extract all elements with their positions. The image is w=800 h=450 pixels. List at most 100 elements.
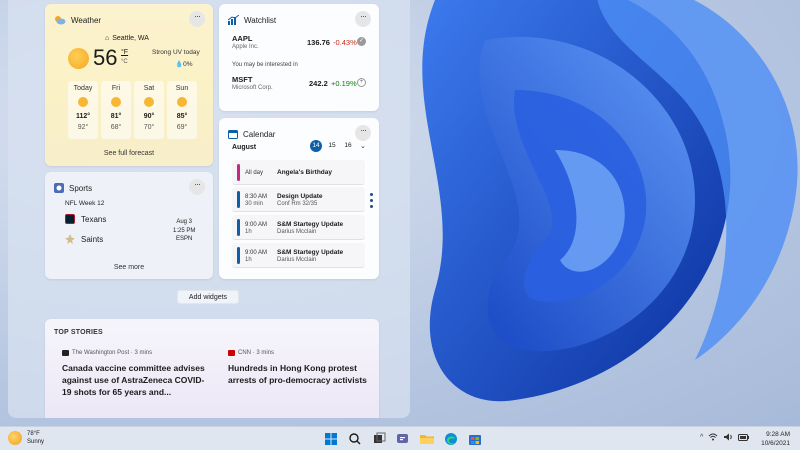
watchlist-added-icon[interactable]: ✓ xyxy=(357,37,366,46)
file-explorer-icon[interactable] xyxy=(418,431,436,447)
game-time: 1:25 PM xyxy=(173,227,196,234)
widgets-panel: Weather ··· ⌂ Seattle, WA 56 °F °C Stron… xyxy=(8,0,410,418)
saints-logo-icon xyxy=(65,234,75,244)
sports-more-button[interactable]: ··· xyxy=(189,179,205,195)
event-color-bar xyxy=(237,191,240,208)
event-time: All day xyxy=(245,170,264,176)
weather-location[interactable]: ⌂ Seattle, WA xyxy=(105,35,149,42)
forecast-day[interactable]: Sun 85° 69° xyxy=(167,81,197,139)
story-headline: Canada vaccine committee advises against… xyxy=(62,363,205,397)
watchlist-more-button[interactable]: ··· xyxy=(355,11,371,27)
see-more-link[interactable]: See more xyxy=(45,264,213,271)
taskbar-condition: Sunny xyxy=(27,439,45,445)
stock-company: Apple Inc. xyxy=(232,44,259,50)
event-duration: 1h xyxy=(245,229,252,235)
weather-title: Weather xyxy=(71,15,102,25)
watchlist-widget[interactable]: Watchlist ··· AAPL Apple Inc. 136.76 -0.… xyxy=(219,4,379,111)
calendar-day-picker: 14 15 16 ⌄ xyxy=(310,140,366,152)
taskbar-apps xyxy=(322,431,484,447)
sports-icon xyxy=(54,183,64,193)
texans-logo-icon xyxy=(65,214,75,224)
day-name: Sat xyxy=(143,85,155,92)
add-widgets-button[interactable]: Add widgets xyxy=(177,290,239,304)
day-low: 68° xyxy=(110,124,122,131)
taskbar-clock[interactable]: 9:28 AM 10/6/2021 xyxy=(761,430,790,448)
taskbar-temperature: 78°F xyxy=(27,431,40,437)
clock-date: 10/6/2021 xyxy=(761,440,790,447)
event-duration: 1h xyxy=(245,257,252,263)
stock-symbol: AAPL xyxy=(232,34,253,43)
chevron-down-icon[interactable]: ⌄ xyxy=(360,142,366,150)
calendar-day[interactable]: 15 xyxy=(326,140,338,152)
team-name: Saints xyxy=(81,234,104,244)
event-color-bar xyxy=(237,219,240,236)
location-label: Seattle, WA xyxy=(112,35,149,42)
see-full-forecast-link[interactable]: See full forecast xyxy=(45,150,213,157)
watchlist-title: Watchlist xyxy=(244,15,277,25)
stock-chart-icon xyxy=(228,15,239,25)
day-low: 69° xyxy=(176,124,188,131)
story-source: CNN · 3 mins xyxy=(228,350,378,356)
day-low: 92° xyxy=(77,124,89,131)
teams-chat-icon[interactable] xyxy=(394,431,412,447)
tray-overflow-chevron-icon[interactable]: ^ xyxy=(700,434,703,441)
calendar-scroll-indicator[interactable] xyxy=(370,193,373,211)
cnn-logo-icon xyxy=(228,350,235,356)
washington-post-logo-icon xyxy=(62,350,69,356)
calendar-event[interactable]: 9:00 AM 1h S&M Startegy Update Darius Mc… xyxy=(232,243,365,268)
stock-change: +0.19% xyxy=(331,79,357,88)
weather-condition: Strong UV today xyxy=(152,49,200,56)
event-location: Conf Rm 32/35 xyxy=(277,201,318,207)
calendar-day[interactable]: 16 xyxy=(342,140,354,152)
event-color-bar xyxy=(237,247,240,264)
calendar-widget[interactable]: Calendar ··· August 14 15 16 ⌄ All day A… xyxy=(219,118,379,279)
calendar-day[interactable]: 14 xyxy=(310,140,322,152)
stock-row-msft[interactable]: MSFT Microsoft Corp. xyxy=(232,75,273,91)
stock-row-aapl[interactable]: AAPL Apple Inc. xyxy=(232,34,259,50)
interest-label: You may be interested in xyxy=(232,62,298,68)
edge-browser-icon[interactable] xyxy=(442,431,460,447)
calendar-header: Calendar ··· xyxy=(228,125,371,141)
news-story[interactable]: CNN · 3 mins Hundreds in Hong Kong prote… xyxy=(228,350,378,386)
sports-title: Sports xyxy=(69,183,93,193)
weather-icon xyxy=(55,16,66,25)
event-organizer: Darius Mcclain xyxy=(277,229,317,235)
taskbar: 78°F Sunny ^ 9:28 AM 10/6/2021 xyxy=(0,426,800,450)
day-high: 85° xyxy=(176,113,188,120)
start-icon[interactable] xyxy=(322,431,340,447)
battery-icon[interactable] xyxy=(738,433,750,441)
current-temperature: 56 xyxy=(93,45,118,70)
event-duration: 30 min xyxy=(245,201,264,207)
taskbar-weather-button[interactable]: 78°F Sunny xyxy=(8,430,44,446)
forecast-day[interactable]: Sat 90° 70° xyxy=(134,81,164,139)
unit-celsius-toggle[interactable]: °C xyxy=(121,59,128,65)
weather-more-button[interactable]: ··· xyxy=(189,11,205,27)
watchlist-header: Watchlist ··· xyxy=(228,11,371,27)
partly-sunny-icon xyxy=(144,97,154,107)
volume-icon[interactable] xyxy=(723,433,733,441)
sports-widget[interactable]: Sports ··· NFL Week 12 Texans Saints Aug… xyxy=(45,172,213,279)
search-icon[interactable] xyxy=(346,431,364,447)
team-row[interactable]: Texans xyxy=(65,214,106,224)
calendar-event[interactable]: All day Angela's Birthday xyxy=(232,160,365,185)
sunny-icon xyxy=(177,97,187,107)
system-tray: ^ xyxy=(700,433,750,441)
stock-price: 242.2 xyxy=(309,79,328,88)
team-row[interactable]: Saints xyxy=(65,234,103,244)
calendar-event[interactable]: 8:30 AM 30 min Design Update Conf Rm 32/… xyxy=(232,187,365,212)
game-info: Aug 3 1:25 PM ESPN xyxy=(173,218,195,244)
add-to-watchlist-icon[interactable]: + xyxy=(357,78,366,87)
forecast-day[interactable]: Fri 81° 68° xyxy=(101,81,131,139)
calendar-event[interactable]: 9:00 AM 1h S&M Startegy Update Darius Mc… xyxy=(232,215,365,240)
sunny-icon xyxy=(68,48,89,69)
unit-fahrenheit-toggle[interactable]: °F xyxy=(121,49,128,56)
calendar-more-button[interactable]: ··· xyxy=(355,125,371,141)
forecast-day[interactable]: Today 112° 92° xyxy=(68,81,98,139)
day-name: Today xyxy=(73,85,93,92)
news-story[interactable]: The Washington Post · 3 mins Canada vacc… xyxy=(62,350,212,398)
wifi-icon[interactable] xyxy=(708,433,718,441)
calendar-icon xyxy=(228,130,238,139)
task-view-icon[interactable] xyxy=(370,431,388,447)
store-icon[interactable] xyxy=(466,431,484,447)
weather-widget[interactable]: Weather ··· ⌂ Seattle, WA 56 °F °C Stron… xyxy=(45,4,213,166)
